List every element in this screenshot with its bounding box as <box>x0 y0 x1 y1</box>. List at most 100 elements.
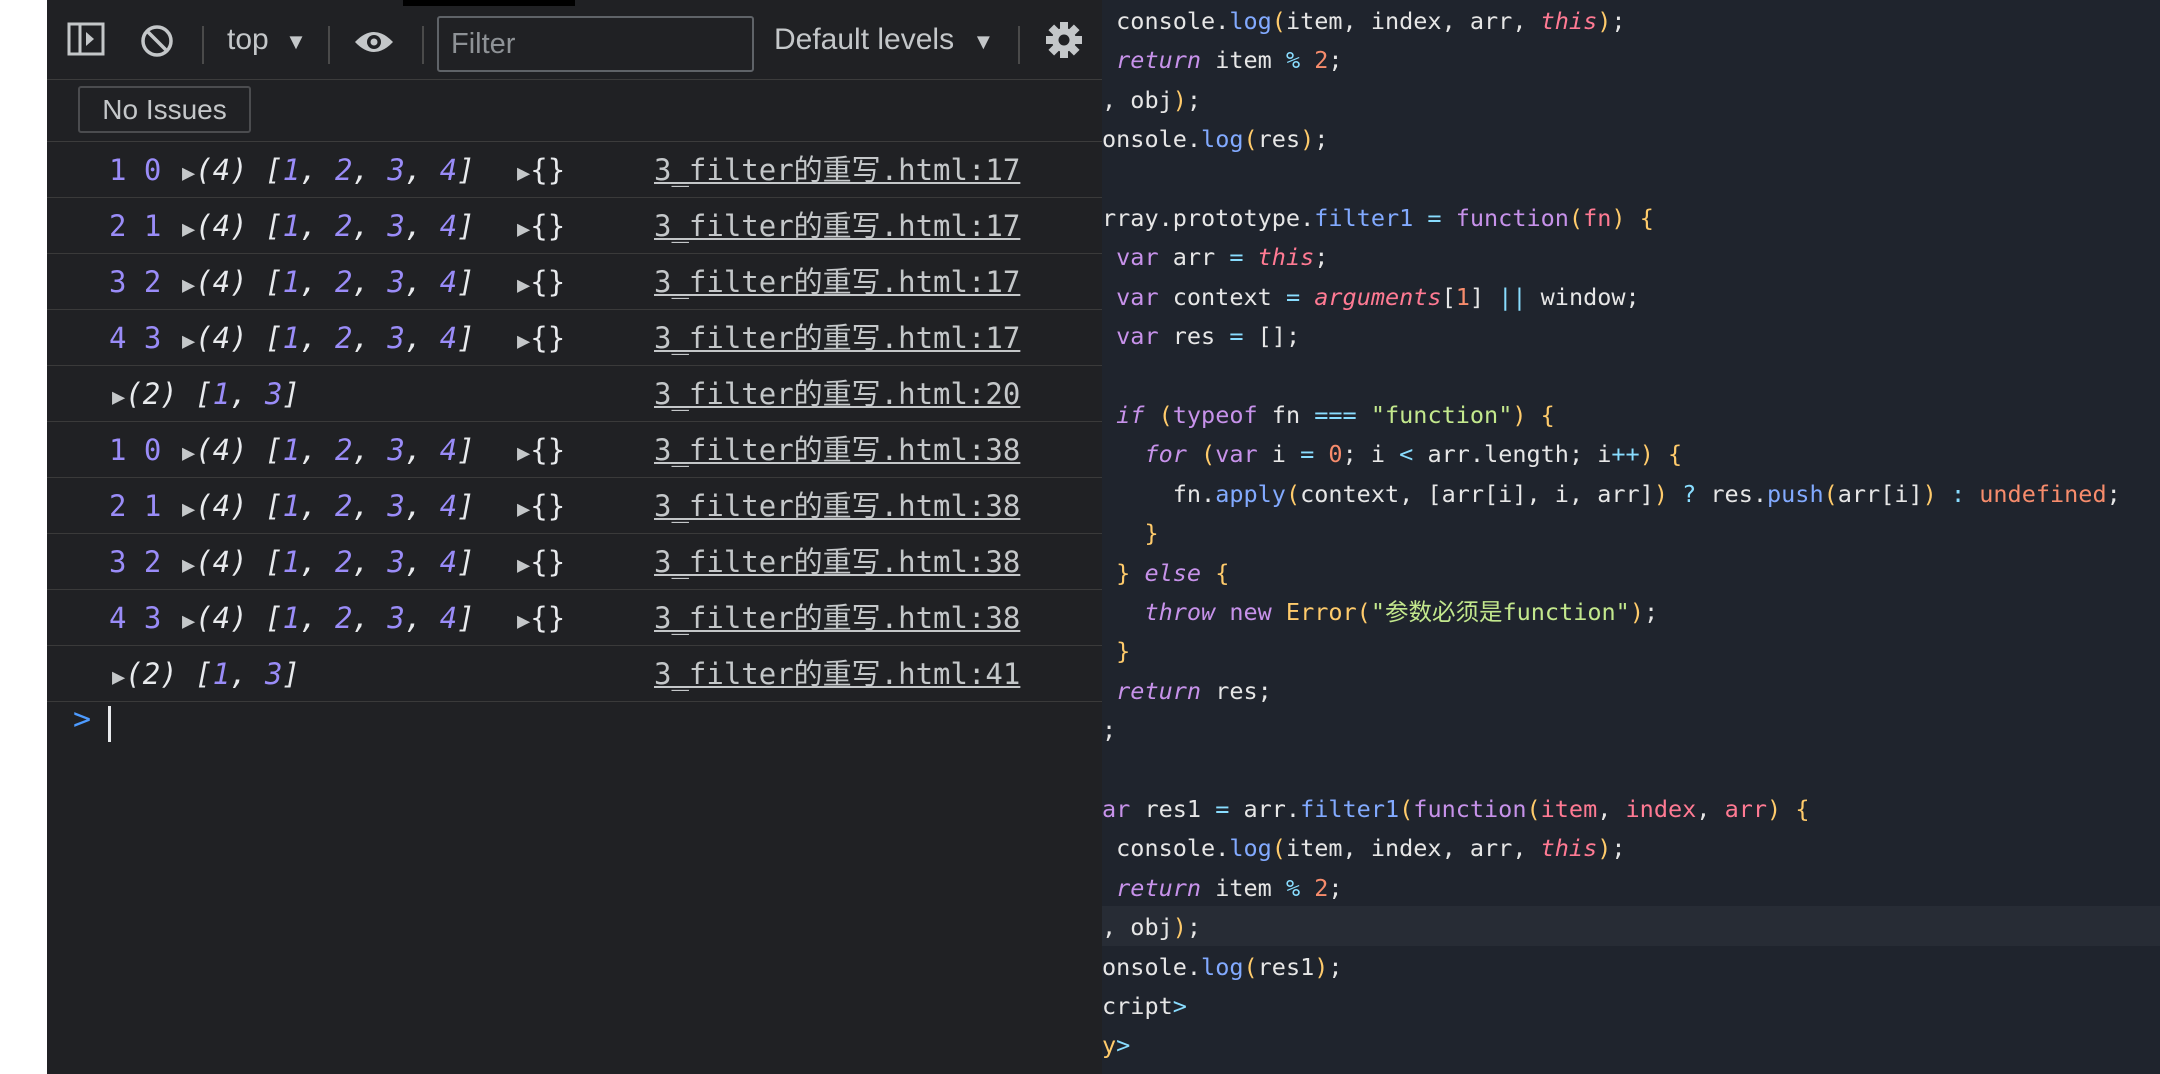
toolbar-separator <box>1018 26 1020 64</box>
expand-triangle-icon[interactable]: ▶ <box>182 273 195 298</box>
object-preview[interactable]: ▶{} <box>517 254 565 314</box>
prompt-chevron-icon: > <box>73 702 92 737</box>
expand-triangle-icon[interactable]: ▶ <box>182 497 195 522</box>
toolbar-separator <box>328 26 330 64</box>
console-log-row: 3 2 ▶(4) [1, 2, 3, 4] ▶{} 3_filter的重写.html:… <box>47 534 1102 590</box>
source-link[interactable]: 3_filter的重写.html:38 <box>654 422 1020 478</box>
issues-bar: No Issues <box>47 80 1102 142</box>
log-values: 1 0 <box>109 153 162 187</box>
source-link[interactable]: 3_filter的重写.html:17 <box>654 198 1020 254</box>
array-preview[interactable]: ▶(4) [1, 2, 3, 4] <box>182 534 475 594</box>
expand-triangle-icon[interactable]: ▶ <box>517 217 530 242</box>
code-line: fn.apply(context, [arr[i], i, arr]) ? re… <box>1102 479 2121 508</box>
source-link[interactable]: 3_filter的重写.html:17 <box>654 254 1020 310</box>
array-preview[interactable]: ▶(4) [1, 2, 3, 4] <box>182 198 475 258</box>
code-line: onsole.log(res1); <box>1102 952 1343 981</box>
expand-triangle-icon[interactable]: ▶ <box>517 329 530 354</box>
context-selector[interactable]: top ▼ <box>227 23 307 57</box>
code-editor-panel[interactable]: console.log(item, index, arr, this); ret… <box>1102 0 2160 1074</box>
console-log-row: ▶(2) [1, 3] 3_filter的重写.html:41 <box>47 646 1102 702</box>
console-log-row: 1 0 ▶(4) [1, 2, 3, 4] ▶{} 3_filter的重写.html:… <box>47 422 1102 478</box>
code-line: onsole.log(res); <box>1102 125 1329 154</box>
expand-triangle-icon[interactable]: ▶ <box>517 609 530 634</box>
object-preview[interactable]: ▶{} <box>517 422 565 482</box>
expand-triangle-icon[interactable]: ▶ <box>112 665 125 690</box>
code-line: rray.prototype.filter1 = function(fn) { <box>1102 204 1654 232</box>
expand-triangle-icon[interactable]: ▶ <box>182 441 195 466</box>
log-values: 4 3 <box>109 321 162 355</box>
left-margin <box>0 0 47 1074</box>
code-line: return item % 2; <box>1102 873 1343 902</box>
expand-triangle-icon[interactable]: ▶ <box>182 609 195 634</box>
console-input-caret[interactable] <box>108 706 111 742</box>
object-preview[interactable]: ▶{} <box>517 198 565 258</box>
code-line: } else { <box>1102 558 1230 587</box>
code-line: console.log(item, index, arr, this); <box>1102 7 1626 35</box>
expand-triangle-icon[interactable]: ▶ <box>182 217 195 242</box>
expand-triangle-icon[interactable]: ▶ <box>182 161 195 186</box>
source-link[interactable]: 3_filter的重写.html:17 <box>654 142 1020 198</box>
array-preview[interactable]: ▶(4) [1, 2, 3, 4] <box>182 590 475 650</box>
source-link[interactable]: 3_filter的重写.html:41 <box>654 646 1020 702</box>
toolbar-separator <box>202 26 204 64</box>
array-preview[interactable]: ▶(4) [1, 2, 3, 4] <box>182 142 475 202</box>
object-preview[interactable]: ▶{} <box>517 590 565 650</box>
source-link[interactable]: 3_filter的重写.html:17 <box>654 310 1020 366</box>
object-preview[interactable]: ▶{} <box>517 534 565 594</box>
code-line: var context = arguments[1] || window; <box>1102 282 1640 311</box>
current-line-highlight <box>1102 906 2160 946</box>
code-line: , obj); <box>1102 85 1202 114</box>
expand-triangle-icon[interactable]: ▶ <box>517 441 530 466</box>
log-values: 1 0 <box>109 433 162 467</box>
gear-icon[interactable] <box>1044 20 1084 68</box>
expand-triangle-icon[interactable]: ▶ <box>517 553 530 578</box>
log-values: 2 1 <box>109 489 162 523</box>
devtools-console-panel: top ▼ Filter Default levels ▼ No Issues … <box>47 0 1102 1074</box>
code-line: var arr = this; <box>1102 243 1329 272</box>
code-line: return res; <box>1102 676 1272 705</box>
console-log-row: 3 2 ▶(4) [1, 2, 3, 4] ▶{} 3_filter的重写.html:… <box>47 254 1102 310</box>
expand-triangle-icon[interactable]: ▶ <box>517 161 530 186</box>
context-selector-label: top <box>227 23 269 56</box>
code-line: for (var i = 0; i < arr.length; i++) { <box>1102 440 1683 469</box>
console-log-row: 1 0 ▶(4) [1, 2, 3, 4] ▶{} 3_filter的重写.html:… <box>47 142 1102 198</box>
expand-triangle-icon[interactable]: ▶ <box>517 497 530 522</box>
dropdown-arrow-icon: ▼ <box>972 29 995 54</box>
expand-triangle-icon[interactable]: ▶ <box>112 385 125 410</box>
array-preview[interactable]: ▶(4) [1, 2, 3, 4] <box>182 478 475 538</box>
object-preview[interactable]: ▶{} <box>517 310 565 370</box>
array-preview[interactable]: ▶(2) [1, 3] <box>112 646 300 706</box>
object-preview[interactable]: ▶{} <box>517 142 565 202</box>
object-preview[interactable]: ▶{} <box>517 478 565 538</box>
expand-triangle-icon[interactable]: ▶ <box>517 273 530 298</box>
source-link[interactable]: 3_filter的重写.html:38 <box>654 590 1020 646</box>
console-log-row: ▶(2) [1, 3] 3_filter的重写.html:20 <box>47 366 1102 422</box>
sidebar-toggle-icon[interactable] <box>67 22 105 64</box>
array-preview[interactable]: ▶(2) [1, 3] <box>112 366 300 426</box>
log-values: 4 3 <box>109 601 162 635</box>
array-preview[interactable]: ▶(4) [1, 2, 3, 4] <box>182 310 475 370</box>
array-preview[interactable]: ▶(4) [1, 2, 3, 4] <box>182 254 475 314</box>
source-link[interactable]: 3_filter的重写.html:20 <box>654 366 1020 422</box>
expand-triangle-icon[interactable]: ▶ <box>182 329 195 354</box>
toolbar-separator <box>422 26 424 64</box>
eye-icon[interactable] <box>353 28 395 64</box>
log-values: 2 1 <box>109 209 162 243</box>
log-levels-dropdown[interactable]: Default levels ▼ <box>774 23 994 57</box>
code-line: cript> <box>1102 992 1187 1020</box>
clear-console-icon[interactable] <box>139 23 175 67</box>
console-log-row: 4 3 ▶(4) [1, 2, 3, 4] ▶{} 3_filter的重写.html:… <box>47 310 1102 366</box>
code-line: return item % 2; <box>1102 46 1343 75</box>
console-toolbar: top ▼ Filter Default levels ▼ <box>47 6 1102 80</box>
source-link[interactable]: 3_filter的重写.html:38 <box>654 534 1020 590</box>
code-line: ar res1 = arr.filter1(function(item, ind… <box>1102 795 1810 823</box>
filter-input[interactable]: Filter <box>437 16 754 72</box>
no-issues-button[interactable]: No Issues <box>78 86 251 133</box>
code-line: } <box>1102 519 1159 548</box>
code-line: if (typeof fn === "function") { <box>1102 401 1555 429</box>
array-preview[interactable]: ▶(4) [1, 2, 3, 4] <box>182 422 475 482</box>
source-link[interactable]: 3_filter的重写.html:38 <box>654 478 1020 534</box>
expand-triangle-icon[interactable]: ▶ <box>182 553 195 578</box>
code-line: console.log(item, index, arr, this); <box>1102 834 1626 863</box>
code-line: , obj); <box>1102 913 1202 942</box>
